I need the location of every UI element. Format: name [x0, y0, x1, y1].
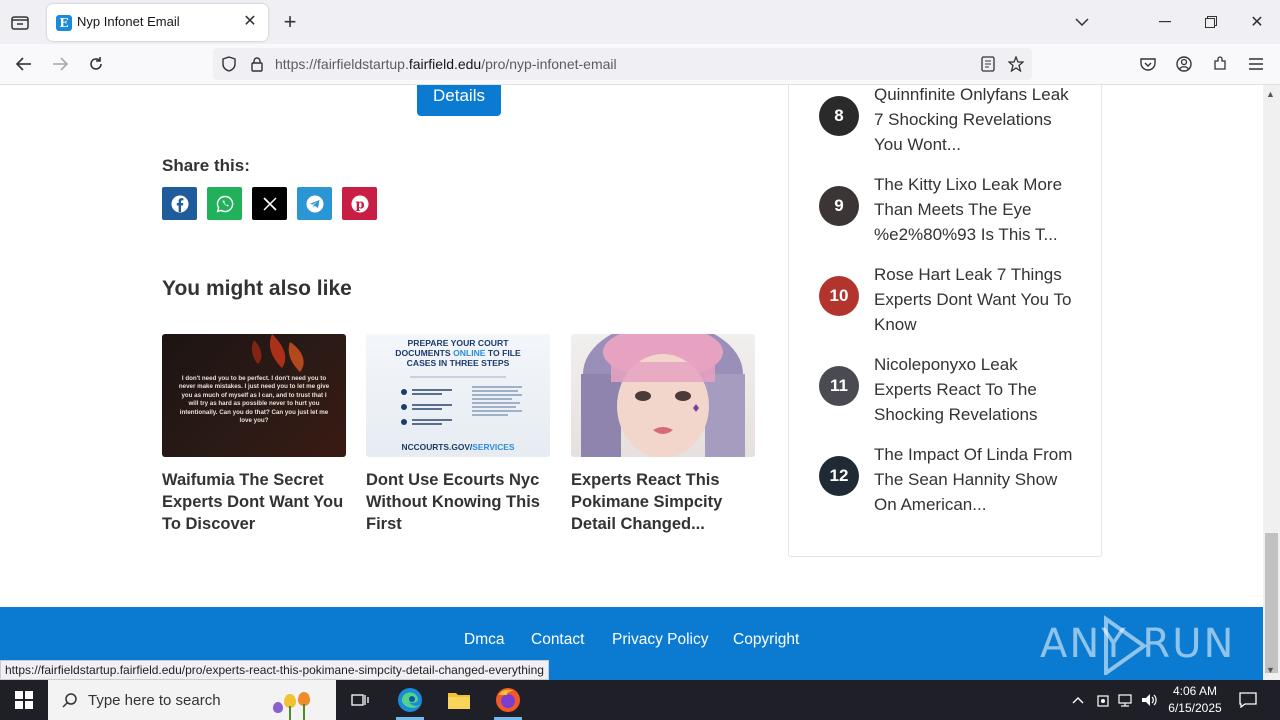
card-image-text: I don't need you to be perfect. I don't … [178, 375, 330, 425]
sidebar-item-link[interactable]: Nicoleponyxo Leak Experts React To The S… [874, 352, 1074, 427]
back-icon[interactable] [10, 50, 38, 78]
tab-bar: E Nyp Infonet Email ✕ + ✕ [0, 0, 1280, 44]
sidebar-trending: 8 Quinnfinite Onlyfans Leak 7 Shocking R… [788, 85, 1102, 557]
telegram-share-button[interactable] [297, 187, 332, 220]
footer-link-copyright[interactable]: Copyright [733, 631, 799, 649]
whatsapp-icon [216, 195, 233, 212]
card-image[interactable] [571, 334, 755, 457]
notifications-icon[interactable] [1234, 686, 1262, 714]
restore-icon[interactable] [1197, 8, 1225, 36]
taskbar-search[interactable]: Type here to search [48, 680, 336, 720]
close-tab-icon[interactable]: ✕ [240, 12, 260, 32]
reload-icon[interactable] [82, 50, 110, 78]
facebook-share-button[interactable] [162, 187, 197, 220]
windows-start-icon[interactable] [10, 686, 38, 714]
menu-icon[interactable] [1242, 50, 1270, 78]
url-text[interactable]: https://fairfieldstartup.fairfield.edu/p… [275, 56, 617, 72]
whatsapp-share-button[interactable] [207, 187, 242, 220]
firefox-icon[interactable] [494, 686, 522, 714]
details-button[interactable]: Details [417, 85, 501, 116]
shield-icon[interactable] [215, 50, 243, 78]
forward-icon[interactable] [46, 50, 74, 78]
rank-badge: 12 [819, 456, 859, 496]
card-title[interactable]: Experts React This Pokimane Simpcity Det… [571, 469, 757, 535]
extensions-icon[interactable] [1206, 50, 1234, 78]
rank-badge: 8 [819, 96, 859, 136]
chevron-down-icon[interactable] [1068, 8, 1096, 36]
card-title[interactable]: Dont Use Ecourts Nyc Without Knowing Thi… [366, 469, 552, 535]
share-title: Share this: [162, 156, 250, 175]
footer-link-privacy[interactable]: Privacy Policy [612, 631, 708, 649]
card-image[interactable]: PREPARE YOUR COURT DOCUMENTS ONLINE TO F… [366, 334, 550, 457]
telegram-icon [306, 195, 323, 212]
card-image-footer: NCCOURTS.GOV/SERVICES [401, 442, 515, 452]
clock-time: 4:06 AM [1172, 684, 1218, 698]
tray-chevron-up-icon[interactable] [1064, 686, 1092, 714]
pinterest-share-button[interactable]: p [342, 187, 377, 220]
watermark-text: ANY RUN [1040, 621, 1236, 667]
taskbar-clock[interactable]: 4:06 AM 6/15/2025 [1165, 683, 1225, 717]
status-url: https://fairfieldstartup.fairfield.edu/p… [0, 660, 549, 680]
x-icon [262, 196, 277, 211]
sidebar-item-link[interactable]: Rose Hart Leak 7 Things Experts Dont Wan… [874, 262, 1074, 337]
rank-badge: 10 [819, 276, 859, 316]
tab-active[interactable]: E Nyp Infonet Email ✕ [47, 4, 268, 41]
page-scrollbar[interactable]: ▲ ▼ [1263, 85, 1280, 680]
svg-text:p: p [355, 197, 364, 212]
anyrun-watermark: ANY RUN [1040, 615, 1240, 677]
volume-icon[interactable] [1136, 686, 1164, 714]
account-icon[interactable] [1170, 50, 1198, 78]
tab-list-icon[interactable] [6, 8, 34, 36]
section-title: You might also like [162, 277, 352, 300]
search-icon [56, 686, 84, 714]
lock-icon[interactable] [243, 50, 271, 78]
clock-date: 6/15/2025 [1168, 701, 1222, 715]
portrait-graphic [581, 334, 745, 457]
scroll-down-icon[interactable]: ▼ [1266, 665, 1275, 675]
scrollbar-thumb[interactable] [1265, 533, 1278, 673]
rank-badge: 11 [819, 366, 859, 406]
close-window-icon[interactable]: ✕ [1243, 8, 1271, 36]
windows-taskbar: Type here to search 4:06 AM 6/15/2025 [0, 680, 1280, 720]
card-image-graphic [401, 376, 522, 425]
card-image[interactable]: I don't need you to be perfect. I don't … [162, 334, 346, 457]
sidebar-item-link[interactable]: Quinnfinite Onlyfans Leak 7 Shocking Rev… [874, 85, 1074, 157]
pinterest-icon: p [351, 195, 368, 212]
tab-title: Nyp Infonet Email [77, 14, 180, 29]
minimize-icon[interactable] [1151, 8, 1179, 36]
reader-view-icon[interactable] [974, 50, 1002, 78]
favicon-icon: E [56, 15, 72, 31]
bookmark-star-icon[interactable] [1002, 50, 1030, 78]
new-tab-icon[interactable]: + [276, 8, 304, 36]
pocket-icon[interactable] [1134, 50, 1162, 78]
footer-link-dmca[interactable]: Dmca [464, 631, 504, 649]
edge-icon[interactable] [396, 686, 424, 714]
address-bar[interactable]: https://fairfieldstartup.fairfield.edu/p… [213, 48, 1032, 80]
sidebar-item-link[interactable]: The Impact Of Linda From The Sean Hannit… [874, 442, 1074, 517]
nav-bar: https://fairfieldstartup.fairfield.edu/p… [0, 44, 1280, 85]
search-placeholder: Type here to search [88, 692, 221, 709]
rank-badge: 9 [819, 186, 859, 226]
sidebar-item-link[interactable]: The Kitty Lixo Leak More Than Meets The … [874, 172, 1074, 247]
tulip-icon [273, 688, 334, 720]
page-content: Details Share this: p You might also lik… [0, 85, 1263, 680]
task-view-icon[interactable] [346, 686, 374, 714]
footer-link-contact[interactable]: Contact [531, 631, 584, 649]
file-explorer-icon[interactable] [445, 686, 473, 714]
scroll-up-icon[interactable]: ▲ [1266, 89, 1275, 99]
card-title[interactable]: Waifumia The Secret Experts Dont Want Yo… [162, 469, 348, 535]
facebook-icon [171, 195, 188, 212]
x-share-button[interactable] [252, 187, 287, 220]
